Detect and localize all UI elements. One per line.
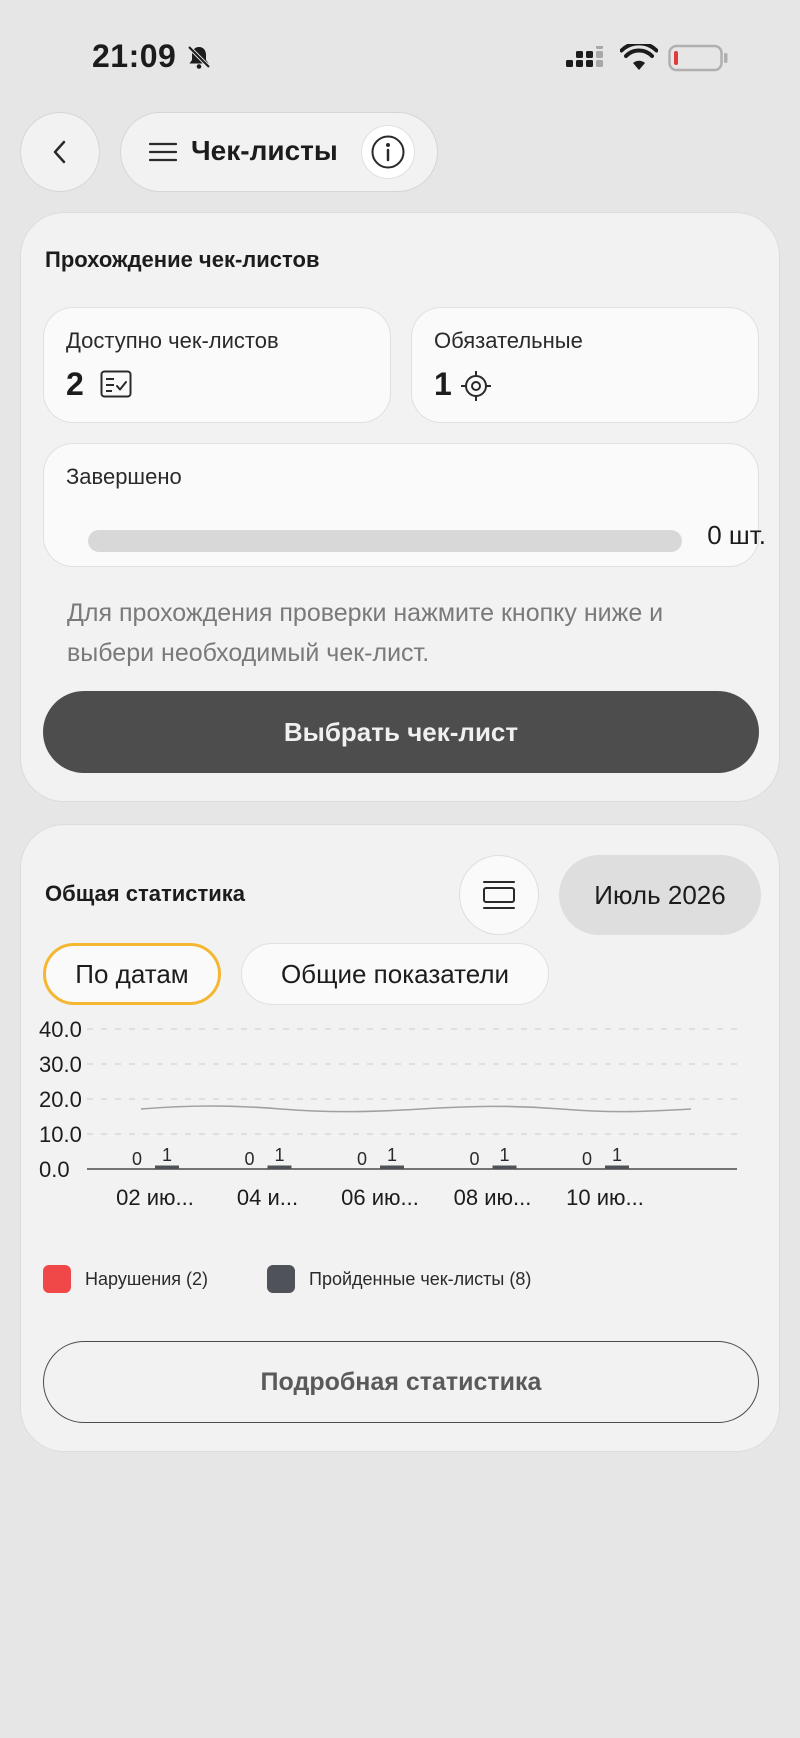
bar-passed — [605, 1165, 629, 1169]
y-tick-label: 40.0 — [39, 1017, 82, 1042]
legend-swatch-passed — [267, 1265, 295, 1293]
bar-passed — [155, 1165, 179, 1169]
statistics-section-title: Общая статистика — [45, 881, 246, 906]
trend-line — [140, 1105, 692, 1113]
detailed-statistics-button[interactable]: Подробная статистика — [43, 1341, 759, 1423]
completed-count: 0 шт. — [707, 520, 766, 550]
wifi-icon — [620, 44, 658, 70]
y-tick-label: 0.0 — [39, 1157, 70, 1182]
data-label-violations: 0 — [244, 1149, 254, 1169]
target-icon — [461, 371, 491, 401]
required-value: 1 — [434, 366, 452, 402]
data-label-violations: 0 — [582, 1149, 592, 1169]
data-label-violations: 0 — [132, 1149, 142, 1169]
legend-swatch-violations — [43, 1265, 71, 1293]
available-label: Доступно чек-листов — [66, 328, 279, 353]
y-tick-label: 10.0 — [39, 1122, 82, 1147]
x-tick-label: 08 ию... — [454, 1185, 532, 1210]
data-label-violations: 0 — [469, 1149, 479, 1169]
tab-by-dates[interactable]: По датам — [43, 943, 221, 1005]
bar-passed — [492, 1165, 517, 1169]
data-label-violations: 0 — [357, 1149, 367, 1169]
legend-label-passed: Пройденные чек-листы (8) — [309, 1269, 532, 1289]
info-icon — [371, 135, 405, 169]
battery-low-icon — [668, 44, 728, 72]
bell-muted-icon — [187, 45, 211, 69]
checklists-section-title: Прохождение чек-листов — [45, 247, 320, 272]
x-tick-label: 02 ию... — [116, 1185, 194, 1210]
x-tick-label: 06 ию... — [341, 1185, 419, 1210]
legend-label-violations: Нарушения (2) — [85, 1269, 209, 1289]
signal-icon — [566, 46, 603, 67]
completed-label: Завершено — [66, 464, 182, 489]
menu-icon[interactable] — [149, 140, 177, 164]
tab-general-indicators[interactable]: Общие показатели — [241, 943, 549, 1005]
required-checklists-box: Обязательные 1 — [411, 307, 759, 423]
calendar-view-icon — [483, 881, 515, 909]
available-checklists-box: Доступно чек-листов 2 — [43, 307, 391, 423]
view-toggle-button[interactable] — [459, 855, 539, 935]
completed-progress-bar — [88, 530, 682, 552]
data-label-passed: 1 — [162, 1145, 172, 1165]
data-label-passed: 1 — [612, 1145, 622, 1165]
x-tick-label: 04 и... — [237, 1185, 298, 1210]
data-label-passed: 1 — [274, 1145, 284, 1165]
completed-box: Завершено 0 шт. — [43, 443, 766, 567]
checklists-card: Прохождение чек-листов Доступно чек-лист… — [20, 212, 780, 802]
y-tick-label: 30.0 — [39, 1052, 82, 1077]
chevron-left-icon — [53, 140, 66, 164]
title-pill[interactable]: Чек-листы — [120, 112, 438, 192]
data-label-passed: 1 — [387, 1145, 397, 1165]
info-button[interactable] — [361, 125, 415, 179]
data-label-passed: 1 — [499, 1145, 509, 1165]
month-selector[interactable]: Июль 2026 — [559, 855, 761, 935]
checklist-icon — [100, 370, 132, 398]
statistics-chart: 0.010.020.030.040.00 102 ию...0 104 и...0 1… — [39, 1017, 737, 1210]
required-label: Обязательные — [434, 328, 583, 353]
back-button[interactable] — [20, 112, 100, 192]
x-tick-label: 10 ию... — [566, 1185, 644, 1210]
statistics-card: Общая статистика Июль 2026 По датам Общи… — [20, 824, 780, 1452]
bar-passed — [267, 1165, 292, 1169]
status-time: 21:09 — [92, 38, 177, 74]
y-tick-label: 20.0 — [39, 1087, 82, 1112]
page-title: Чек-листы — [191, 135, 338, 166]
select-checklist-button[interactable]: Выбрать чек-лист — [43, 691, 759, 773]
available-value: 2 — [66, 366, 84, 402]
bar-passed — [380, 1165, 404, 1169]
hint-text: Для прохождения проверки нажмите кнопку … — [67, 599, 664, 667]
